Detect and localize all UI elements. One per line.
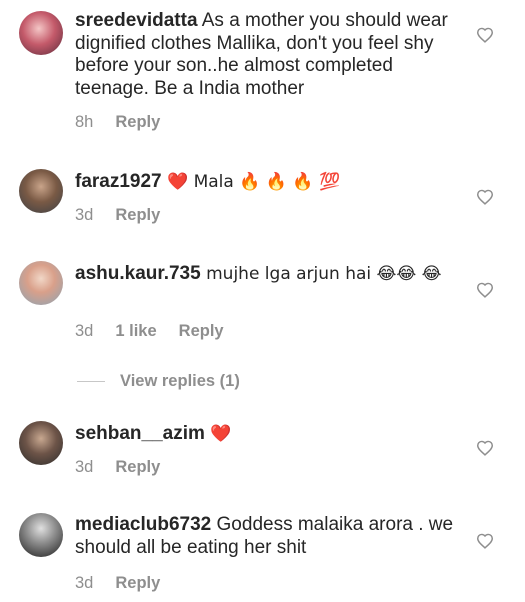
divider [77, 381, 105, 382]
avatar[interactable] [19, 169, 63, 213]
comment-username[interactable]: sreedevidatta [75, 10, 198, 31]
heart-outline-icon[interactable] [476, 440, 494, 456]
avatar[interactable] [19, 11, 63, 55]
comment-text: ashu.kaur.735 mujhe lga arjun hai 😂😂 😂 [75, 263, 447, 286]
comment-meta: 3d Reply [75, 206, 160, 225]
comment-body: mujhe lga arjun hai 😂😂 😂 [200, 264, 442, 284]
avatar[interactable] [19, 421, 63, 465]
comment-username[interactable]: mediaclub6732 [75, 514, 211, 535]
comment-time: 3d [75, 574, 94, 592]
comment-username[interactable]: sehban__azim [75, 423, 205, 444]
comment-time: 8h [75, 113, 94, 131]
comment-body: ❤️ Mala 🔥 🔥 🔥 💯 [161, 172, 341, 192]
heart-outline-icon[interactable] [476, 282, 494, 298]
comment-text: sehban__azim ❤️ [75, 423, 455, 446]
comment-meta: 3d Reply [75, 458, 160, 477]
heart-outline-icon[interactable] [476, 27, 494, 43]
comment-meta: 3d Reply [75, 574, 160, 593]
view-replies-button[interactable]: View replies (1) [77, 372, 240, 391]
comment-body: ❤️ [204, 424, 232, 444]
reply-button[interactable]: Reply [115, 458, 160, 477]
comment-text: faraz1927 ❤️ Mala 🔥 🔥 🔥 💯 [75, 171, 455, 194]
reply-button[interactable]: Reply [115, 206, 160, 225]
comment-meta: 3d 1 like Reply [75, 322, 224, 341]
comment-meta: 8h Reply [75, 113, 160, 132]
reply-button[interactable]: Reply [115, 574, 160, 593]
comment-time: 3d [75, 458, 94, 476]
avatar[interactable] [19, 513, 63, 557]
heart-outline-icon[interactable] [476, 189, 494, 205]
comment-username[interactable]: ashu.kaur.735 [75, 263, 201, 284]
avatar[interactable] [19, 261, 63, 305]
heart-outline-icon[interactable] [476, 533, 494, 549]
reply-button[interactable]: Reply [179, 322, 224, 341]
likes-count[interactable]: 1 like [115, 322, 156, 341]
view-replies-label: View replies (1) [120, 372, 240, 390]
comment-text: mediaclub6732 Goddess malaika arora . we… [75, 514, 455, 559]
comment-time: 3d [75, 322, 94, 340]
comment-username[interactable]: faraz1927 [75, 171, 162, 192]
comment-time: 3d [75, 206, 94, 224]
comment-text: sreedevidatta As a mother you should wea… [75, 10, 455, 100]
reply-button[interactable]: Reply [115, 113, 160, 132]
